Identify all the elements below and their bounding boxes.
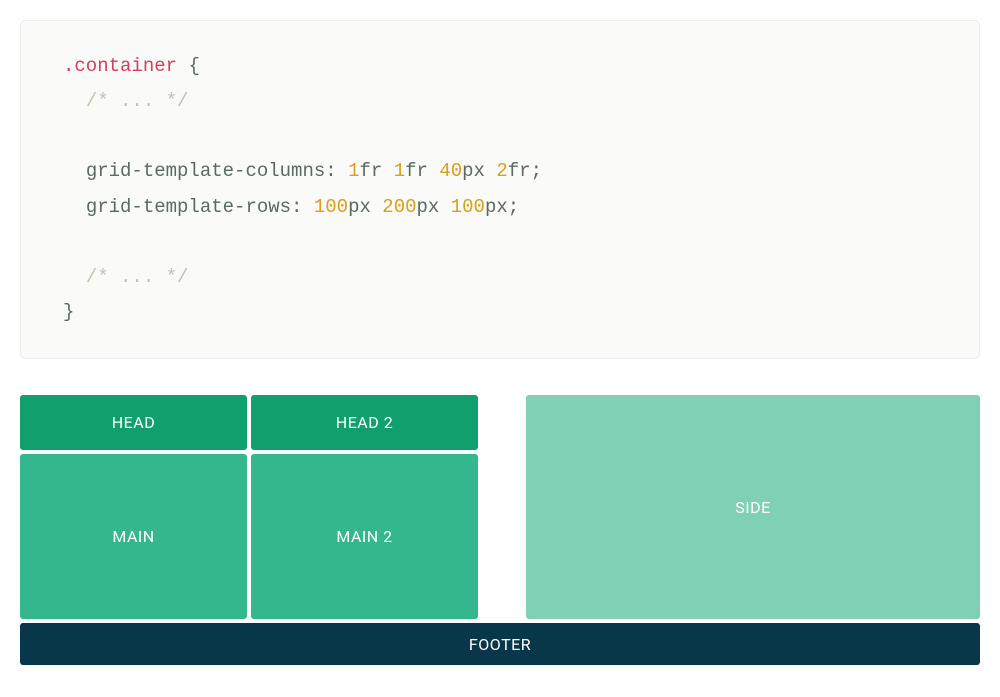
grid-cell-head: HEAD — [20, 395, 247, 450]
brace-close: } — [63, 301, 74, 323]
cell-label: FOOTER — [469, 635, 531, 654]
css-unit: px — [417, 196, 440, 218]
css-value: 1 — [348, 160, 359, 182]
grid-cell-main: MAIN — [20, 454, 247, 619]
css-unit: px — [348, 196, 371, 218]
css-property: grid-template-rows — [86, 196, 291, 218]
css-comment: /* ... */ — [86, 90, 189, 112]
css-unit: fr — [359, 160, 382, 182]
css-value: 1 — [394, 160, 405, 182]
grid-layout-demo: HEAD HEAD 2 MAIN MAIN 2 SIDE FOOTER — [20, 395, 980, 665]
grid-gap-column — [482, 395, 522, 619]
css-code-block: .container { /* ... */ grid-template-col… — [20, 20, 980, 359]
css-property: grid-template-columns — [86, 160, 325, 182]
cell-label: HEAD — [112, 413, 155, 432]
css-value: 40 — [439, 160, 462, 182]
css-value: 100 — [314, 196, 348, 218]
grid-cell-head2: HEAD 2 — [251, 395, 478, 450]
css-comment: /* ... */ — [86, 266, 189, 288]
css-unit: fr — [405, 160, 428, 182]
grid-cell-footer: FOOTER — [20, 623, 980, 665]
css-selector: .container — [63, 55, 177, 77]
grid-cell-main2: MAIN 2 — [251, 454, 478, 619]
cell-label: HEAD 2 — [336, 413, 393, 432]
css-unit: fr — [508, 160, 531, 182]
css-value: 100 — [451, 196, 485, 218]
cell-label: MAIN 2 — [336, 527, 392, 546]
cell-label: SIDE — [735, 498, 770, 517]
css-value: 2 — [496, 160, 507, 182]
grid-cell-side: SIDE — [526, 395, 980, 619]
css-unit: px — [485, 196, 508, 218]
css-unit: px — [462, 160, 485, 182]
css-value: 200 — [382, 196, 416, 218]
brace-open: { — [188, 55, 199, 77]
cell-label: MAIN — [112, 527, 154, 546]
